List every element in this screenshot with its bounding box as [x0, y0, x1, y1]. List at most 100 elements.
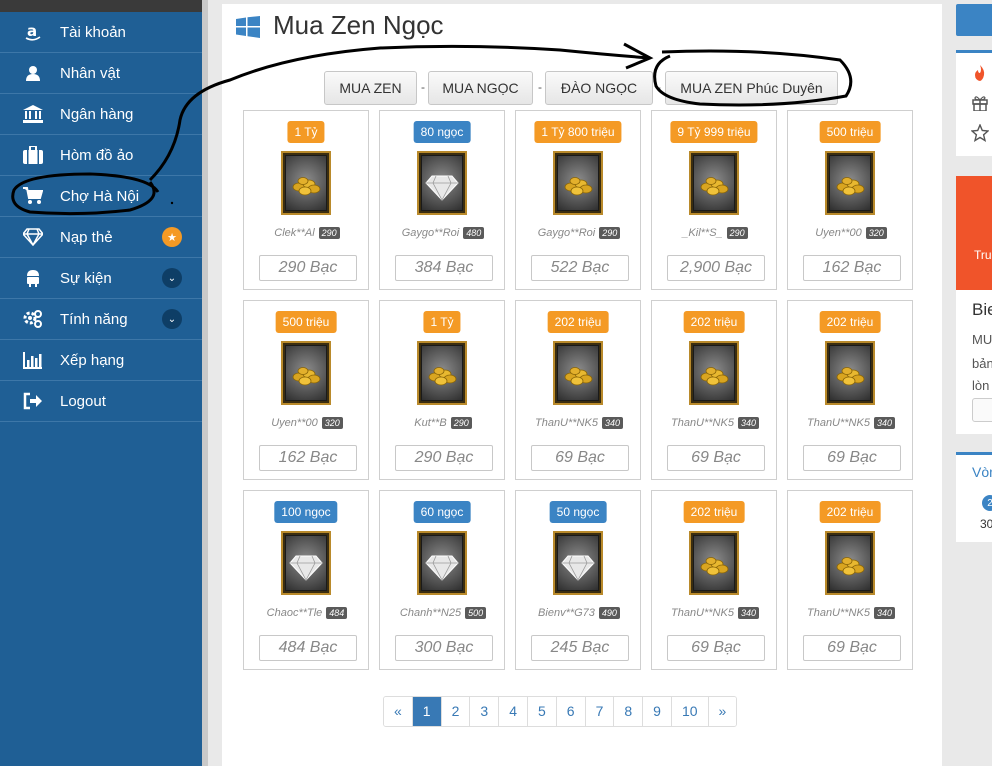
- seller-name: Uyen**00: [815, 227, 862, 239]
- amazon-icon: a: [22, 22, 44, 42]
- amount-badge: 9 Tỷ 999 triệu: [670, 121, 758, 143]
- price-field[interactable]: 69 Bạc: [667, 635, 765, 661]
- tab-mine-jewel[interactable]: ĐÀO NGỌC: [545, 71, 653, 105]
- amount-badge: 202 triệu: [683, 501, 745, 523]
- pagination-page-4[interactable]: 4: [499, 697, 528, 726]
- seller-info: Bienv**G73 490: [516, 607, 642, 619]
- pagination-page-8[interactable]: 8: [614, 697, 644, 726]
- seller-name: Gaygo**Roi: [537, 227, 596, 239]
- seller-name: Kut**B: [414, 417, 447, 429]
- gears-icon: [22, 309, 44, 329]
- sidebar-item-features[interactable]: Tính năng ⌄: [0, 299, 202, 340]
- price-field[interactable]: 162 Bạc: [259, 445, 357, 471]
- item-card[interactable]: 202 triệu ThanU**NK5 340 69 Bạc: [787, 490, 913, 670]
- pagination-page-7[interactable]: 7: [585, 697, 615, 726]
- online-count-badge: 2: [982, 495, 992, 511]
- seller-info: ThanU**NK5 340: [652, 607, 778, 619]
- star-badge-icon: ★: [162, 227, 182, 247]
- item-card[interactable]: 1 Tỷ 800 triệu Gaygo**Roi 290 522 Bạc: [515, 110, 641, 290]
- android-icon: [22, 268, 44, 288]
- amount-badge: 100 ngọc: [274, 501, 338, 523]
- top-action-button[interactable]: [956, 4, 992, 36]
- zen-coins-item-icon: [825, 151, 875, 215]
- fire-icon[interactable]: [970, 63, 990, 83]
- item-card[interactable]: 202 triệu ThanU**NK5 340 69 Bạc: [787, 300, 913, 480]
- seller-level-badge: 340: [737, 417, 759, 429]
- star-outline-icon[interactable]: [970, 123, 990, 143]
- pagination-prev-button[interactable]: «: [384, 697, 413, 726]
- main-panel: Mua Zen Ngọc MUA ZEN - MUA NGỌC - ĐÀO NG…: [222, 4, 942, 766]
- tab-separator: -: [657, 80, 661, 94]
- sidebar-item-account[interactable]: a Tài khoản: [0, 12, 202, 53]
- sidebar-item-label: Logout: [60, 392, 106, 410]
- online-count-text: 30: [980, 517, 992, 531]
- seller-name: Bienv**G73: [538, 607, 595, 619]
- item-card[interactable]: 202 triệu ThanU**NK5 340 69 Bạc: [515, 300, 641, 480]
- price-field[interactable]: 69 Bạc: [803, 445, 901, 471]
- seller-name: ThanU**NK5: [670, 607, 734, 619]
- price-field[interactable]: 69 Bạc: [667, 445, 765, 471]
- price-field[interactable]: 522 Bạc: [531, 255, 629, 281]
- sidebar-item-events[interactable]: Sự kiện ⌄: [0, 258, 202, 299]
- sidebar-item-top-up[interactable]: Nạp thẻ ★: [0, 217, 202, 258]
- item-card[interactable]: 1 Tỷ Kut**B 290 290 Bạc: [379, 300, 505, 480]
- pagination-page-3[interactable]: 3: [470, 697, 500, 726]
- seller-level-badge: 290: [318, 227, 340, 239]
- tab-buy-jewel[interactable]: MUA NGỌC: [428, 71, 533, 105]
- user-icon: [22, 63, 44, 83]
- sidebar-item-bank[interactable]: Ngân hàng: [0, 94, 202, 135]
- gift-icon[interactable]: [970, 93, 990, 113]
- seller-info: Gaygo**Roi 480: [380, 227, 506, 239]
- pagination-page-9[interactable]: 9: [643, 697, 672, 726]
- price-field[interactable]: 290 Bạc: [395, 445, 493, 471]
- price-field[interactable]: 162 Bạc: [803, 255, 901, 281]
- item-card[interactable]: 202 triệu ThanU**NK5 340 69 Bạc: [651, 490, 777, 670]
- pagination-page-10[interactable]: 10: [671, 697, 709, 726]
- amount-badge: 202 triệu: [683, 311, 745, 333]
- price-field[interactable]: 2,900 Bạc: [667, 255, 765, 281]
- price-field[interactable]: 245 Bạc: [531, 635, 629, 661]
- price-field[interactable]: 384 Bạc: [395, 255, 493, 281]
- price-field[interactable]: 484 Bạc: [259, 635, 357, 661]
- chevron-down-icon[interactable]: ⌄: [162, 268, 182, 288]
- promo-banner[interactable]: Tru: [956, 176, 992, 290]
- sidebar-item-virtual-chest[interactable]: Hòm đồ ảo: [0, 135, 202, 176]
- item-card[interactable]: 1 Tỷ Clek**Al 290 290 Bạc: [243, 110, 369, 290]
- item-card[interactable]: 50 ngọc Bienv**G73 490 245 Bạc: [515, 490, 641, 670]
- market-tabs: MUA ZEN - MUA NGỌC - ĐÀO NGỌC - MUA ZEN …: [222, 71, 942, 105]
- item-card[interactable]: 500 triệu Uyen**00 320 162 Bạc: [243, 300, 369, 480]
- pagination-next-button[interactable]: »: [708, 697, 737, 726]
- pagination-page-2[interactable]: 2: [441, 697, 471, 726]
- svg-text:a: a: [27, 23, 37, 40]
- price-field[interactable]: 69 Bạc: [531, 445, 629, 471]
- price-field[interactable]: 69 Bạc: [803, 635, 901, 661]
- amount-badge: 1 Tỷ: [287, 121, 325, 143]
- item-card[interactable]: 80 ngọc Gaygo**Roi 480 384 Bạc: [379, 110, 505, 290]
- item-card[interactable]: 9 Tỷ 999 triệu _Kil**S_ 290 2,900 Bạc: [651, 110, 777, 290]
- tab-buy-zen[interactable]: MUA ZEN: [324, 71, 417, 105]
- chevron-down-icon[interactable]: ⌄: [162, 309, 182, 329]
- sidebar-menu: a Tài khoản Nhân vật Ngân hàng Hòm đồ ảo: [0, 12, 202, 422]
- tab-buy-zen-phuc-duyen[interactable]: MUA ZEN Phúc Duyên: [665, 71, 838, 105]
- pagination-page-6[interactable]: 6: [556, 697, 586, 726]
- sidebar-item-label: Tính năng: [60, 310, 128, 328]
- price-field[interactable]: 290 Bạc: [259, 255, 357, 281]
- pagination-page-1[interactable]: 1: [412, 697, 442, 726]
- seller-info: ThanU**NK5 340: [788, 417, 914, 429]
- sidebar-item-characters[interactable]: Nhân vật: [0, 53, 202, 94]
- item-card[interactable]: 500 triệu Uyen**00 320 162 Bạc: [787, 110, 913, 290]
- sidebar-item-label: Chợ Hà Nội: [60, 187, 140, 205]
- jewel-item-icon: [417, 531, 467, 595]
- item-card[interactable]: 202 triệu ThanU**NK5 340 69 Bạc: [651, 300, 777, 480]
- pagination-page-5[interactable]: 5: [527, 697, 557, 726]
- jewel-item-icon: [281, 531, 331, 595]
- seller-name: ThanU**NK5: [670, 417, 734, 429]
- sidebar-item-ranking[interactable]: Xếp hạng: [0, 340, 202, 381]
- item-card[interactable]: 100 ngọc Chaoc**Tle 484 484 Bạc: [243, 490, 369, 670]
- sidebar-item-logout[interactable]: Logout: [0, 381, 202, 422]
- seller-level-badge: 340: [737, 607, 759, 619]
- price-field[interactable]: 300 Bạc: [395, 635, 493, 661]
- item-card[interactable]: 60 ngọc Chanh**N25 500 300 Bạc: [379, 490, 505, 670]
- sidebar-item-market[interactable]: Chợ Hà Nội: [0, 176, 202, 217]
- news-panel-button[interactable]: [972, 398, 992, 422]
